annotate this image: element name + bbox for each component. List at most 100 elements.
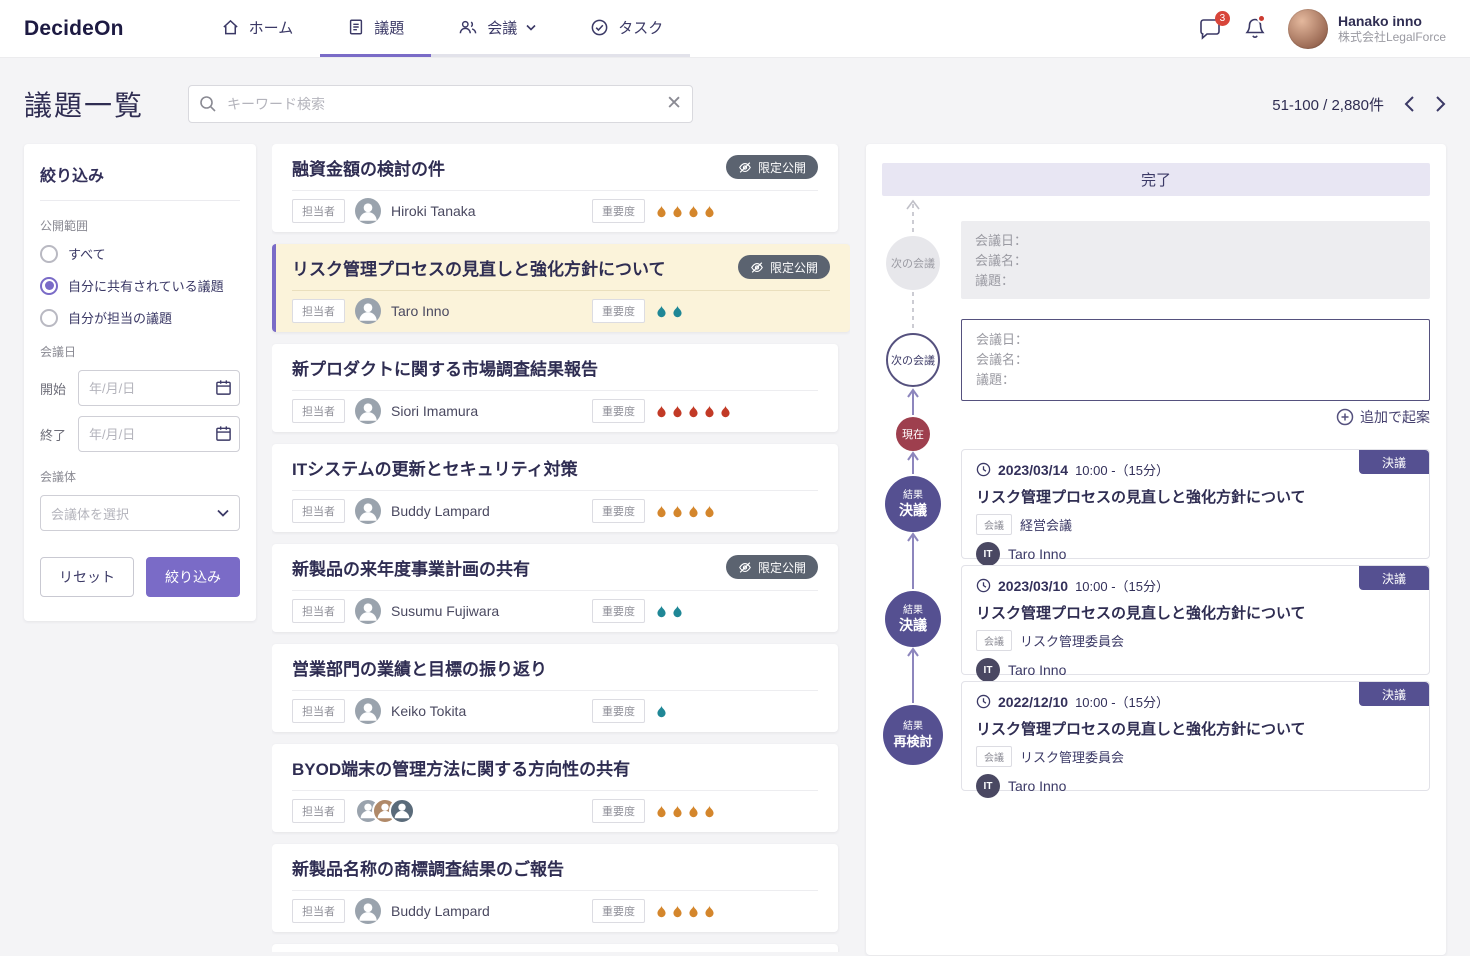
list-item[interactable]: 新プロダクトに関する市場調査結果報告 担当者 Siori Imamura 重要度 bbox=[272, 344, 838, 432]
start-date-row: 開始 bbox=[40, 370, 240, 406]
meeting-body-name: 経営会議 bbox=[1020, 518, 1073, 533]
importance-label: 重要度 bbox=[592, 699, 645, 723]
list-item[interactable]: 新製品名称の商標調査結果のご報告 担当者 Buddy Lampard 重要度 bbox=[272, 844, 838, 932]
importance-flame-icon bbox=[689, 504, 698, 517]
list-item[interactable]: BYOD端末の管理方法に関する方向性の共有 担当者 重要度 bbox=[272, 744, 838, 832]
importance-flame-icon bbox=[673, 204, 682, 217]
timeline-node-future-meeting[interactable]: 次の会議 bbox=[886, 236, 940, 290]
topbar-right: 3 Hanako inno 株式会社LegalForce bbox=[1198, 0, 1446, 57]
calendar-icon[interactable] bbox=[215, 425, 232, 442]
field-agenda: 議題： bbox=[975, 273, 1015, 288]
meeting-agenda-title: リスク管理プロセスの見直しと強化方針について bbox=[976, 721, 1306, 738]
future-meeting-placeholder: 会議日： 会議名： 議題： bbox=[961, 221, 1430, 299]
meeting-tag: 会議 bbox=[976, 514, 1012, 535]
eye-off-icon bbox=[751, 261, 763, 273]
importance-flame-icon bbox=[657, 404, 666, 417]
meeting-card[interactable]: 決議 2023/03/14 10:00 -（15分） リスク管理プロセスの見直し… bbox=[961, 449, 1430, 566]
importance-label: 重要度 bbox=[592, 299, 645, 323]
timeline-node-next-meeting[interactable]: 次の会議 bbox=[886, 333, 940, 387]
list-item[interactable]: 新製品の来年度事業計画の共有 限定公開 担当者 Susumu Fujiwara … bbox=[272, 544, 838, 632]
prev-page-button[interactable] bbox=[1404, 95, 1415, 113]
clear-search-button[interactable]: ✕ bbox=[666, 94, 682, 114]
importance-flame-icon bbox=[657, 704, 666, 717]
nav-item-tasks[interactable]: タスク bbox=[563, 0, 691, 57]
apply-filter-button[interactable]: 絞り込み bbox=[146, 557, 240, 597]
meeting-time: 10:00 -（15分） bbox=[1075, 579, 1170, 594]
node-result: 決議 bbox=[899, 502, 927, 518]
meeting-card[interactable]: 決議 2022/12/10 10:00 -（15分） リスク管理プロセスの見直し… bbox=[961, 681, 1430, 798]
avatar bbox=[355, 498, 381, 524]
private-badge: 限定公開 bbox=[737, 255, 830, 279]
list-item[interactable]: リスク管理プロセスの見直しと強化方針について 限定公開 担当者 Taro Inn… bbox=[272, 244, 850, 332]
filter-panel: 絞り込み 公開範囲 すべて 自分に共有されている議題 自分が担当の議題 会議日 … bbox=[24, 144, 256, 621]
nav-item-agenda[interactable]: 議題 bbox=[320, 0, 432, 57]
owner-name: Keiko Tokita bbox=[391, 703, 467, 719]
radio-circle[interactable] bbox=[40, 244, 58, 263]
page-title: 議題一覧 bbox=[24, 90, 145, 121]
timeline-node-result-3[interactable]: 結果 再検討 bbox=[883, 705, 943, 765]
owner-label: 担当者 bbox=[292, 499, 345, 523]
radio-circle[interactable] bbox=[40, 308, 58, 327]
radio-circle[interactable] bbox=[40, 276, 58, 295]
timeline-node-result-2[interactable]: 結果 決議 bbox=[885, 591, 941, 647]
meeting-card[interactable]: 決議 2023/03/10 10:00 -（15分） リスク管理プロセスの見直し… bbox=[961, 565, 1430, 682]
meeting-body-select[interactable]: 会議体を選択 bbox=[40, 495, 240, 531]
radio-scope-mine[interactable]: 自分が担当の議題 bbox=[40, 308, 240, 327]
list-item[interactable]: ITシステムの更新とセキュリティ対策 担当者 Buddy Lampard 重要度 bbox=[272, 444, 838, 532]
timeline-node-result-1[interactable]: 結果 決議 bbox=[885, 476, 941, 532]
end-date-row: 終了 bbox=[40, 416, 240, 452]
radio-scope-all[interactable]: すべて bbox=[40, 244, 240, 263]
agenda-title: 営業部門の業績と目標の振り返り bbox=[292, 659, 547, 679]
list-item-partial[interactable] bbox=[272, 944, 838, 952]
nav-label: 議題 bbox=[374, 19, 405, 37]
owner-name: Hiroki Tanaka bbox=[391, 203, 476, 219]
next-meeting-placeholder[interactable]: 会議日： 会議名： 議題： bbox=[961, 319, 1430, 401]
nav-label: 会議 bbox=[487, 19, 518, 37]
importance-flame-icon bbox=[657, 504, 666, 517]
importance-flame-icon bbox=[673, 604, 682, 617]
calendar-icon[interactable] bbox=[215, 379, 232, 396]
notifications-button[interactable] bbox=[1244, 14, 1266, 40]
meeting-date-label: 会議日 bbox=[40, 345, 77, 359]
meeting-tag: 会議 bbox=[976, 630, 1012, 651]
notification-dot bbox=[1256, 14, 1266, 23]
importance-flame-icon bbox=[657, 304, 666, 317]
importance-flame-icon bbox=[705, 904, 714, 917]
meeting-body-name: リスク管理委員会 bbox=[1020, 634, 1125, 649]
search-icon bbox=[200, 96, 216, 112]
node-result: 再検討 bbox=[893, 734, 933, 749]
importance-flame-icon bbox=[673, 504, 682, 517]
meeting-time: 10:00 -（15分） bbox=[1075, 695, 1170, 710]
list-item[interactable]: 融資金額の検討の件 限定公開 担当者 Hiroki Tanaka 重要度 bbox=[272, 144, 838, 232]
start-label: 開始 bbox=[40, 381, 67, 397]
add-proposal-link[interactable]: 追加で起案 bbox=[1336, 407, 1430, 427]
field-date: 会議日： bbox=[976, 332, 1029, 347]
importance-flames bbox=[655, 604, 684, 619]
importance-label: 重要度 bbox=[592, 899, 645, 923]
list-item[interactable]: 営業部門の業績と目標の振り返り 担当者 Keiko Tokita 重要度 bbox=[272, 644, 838, 732]
nav-item-meetings[interactable]: 会議 bbox=[431, 0, 564, 57]
importance-flame-icon bbox=[673, 304, 682, 317]
meeting-tag: 会議 bbox=[976, 746, 1012, 767]
owner-label: 担当者 bbox=[292, 599, 345, 623]
importance-flame-icon bbox=[673, 404, 682, 417]
radio-label: 自分が担当の議題 bbox=[68, 311, 173, 326]
search-input[interactable] bbox=[188, 85, 694, 123]
owner-name: Taro Inno bbox=[1008, 546, 1067, 562]
reset-button[interactable]: リセット bbox=[40, 557, 134, 597]
avatar bbox=[355, 698, 381, 724]
chat-button[interactable]: 3 bbox=[1198, 10, 1230, 40]
chat-count-badge: 3 bbox=[1214, 10, 1230, 26]
nav-label: ホーム bbox=[248, 19, 294, 37]
avatar bbox=[389, 798, 415, 824]
clock-icon bbox=[976, 462, 991, 477]
user-avatar[interactable] bbox=[1287, 8, 1328, 49]
user-menu[interactable]: Hanako inno 株式会社LegalForce bbox=[1287, 8, 1446, 49]
node-label: 結果 bbox=[903, 721, 923, 732]
agenda-title: 融資金額の検討の件 bbox=[292, 159, 445, 179]
radio-scope-shared[interactable]: 自分に共有されている議題 bbox=[40, 276, 240, 295]
app-logo[interactable]: DecideOn bbox=[24, 0, 124, 57]
next-page-button[interactable] bbox=[1435, 95, 1446, 113]
private-badge: 限定公開 bbox=[725, 155, 818, 179]
nav-item-home[interactable]: ホーム bbox=[194, 0, 321, 57]
